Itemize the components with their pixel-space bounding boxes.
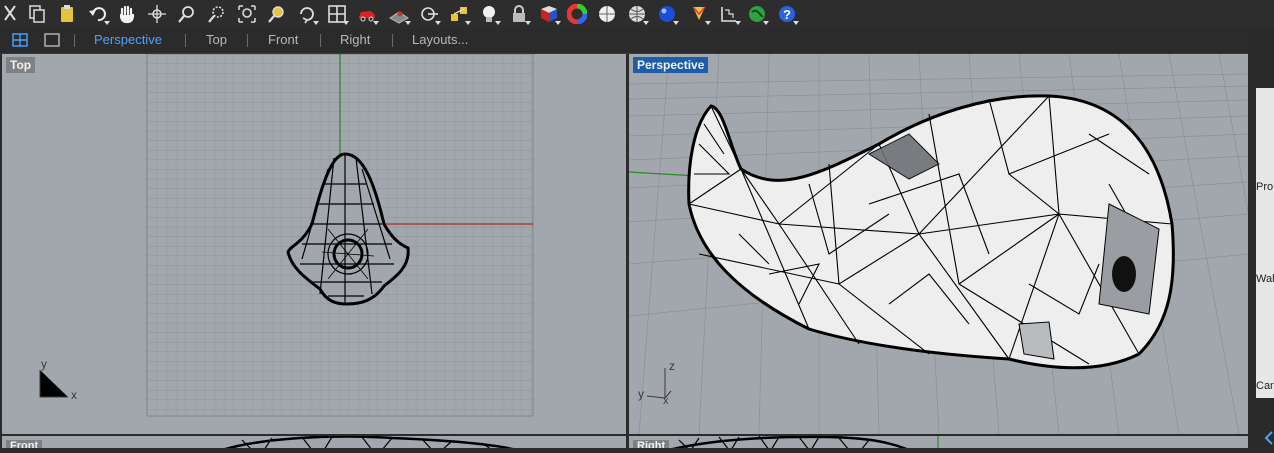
tab-perspective[interactable]: Perspective <box>94 32 162 47</box>
undo-icon[interactable] <box>87 3 110 25</box>
svg-text:?: ? <box>783 7 791 22</box>
tab-separator <box>74 34 75 47</box>
viewport-title-top[interactable]: Top <box>6 57 36 73</box>
axis-y-label: y <box>41 357 47 371</box>
material-icon[interactable] <box>538 3 561 25</box>
scissors-icon[interactable] <box>0 3 22 25</box>
grid-dims-icon[interactable] <box>718 3 741 25</box>
panel-label-wall[interactable]: Wal <box>1256 273 1274 285</box>
help-icon[interactable]: ? <box>776 3 799 25</box>
zoom-selected-icon[interactable] <box>266 3 288 25</box>
tab-separator <box>185 34 186 47</box>
rotate-camera-icon[interactable] <box>296 3 319 25</box>
viewport-tab-bar: Perspective Top Front Right Layouts... <box>0 28 1248 54</box>
viewport-title-front[interactable]: Front <box>6 440 43 448</box>
pen-icon[interactable] <box>688 3 711 25</box>
panel-expand-icon[interactable] <box>1262 428 1274 448</box>
zoom-extents-icon[interactable] <box>236 3 258 25</box>
viewport-title-perspective[interactable]: Perspective <box>633 57 709 73</box>
target-icon[interactable] <box>418 3 441 25</box>
axis-gizmo <box>39 370 68 398</box>
light-bulb-icon[interactable] <box>478 3 501 25</box>
color-wheel-icon[interactable] <box>566 3 588 25</box>
blue-sphere-icon[interactable] <box>656 3 679 25</box>
perspective-viewport[interactable]: z y x Perspective <box>629 54 1248 434</box>
main-toolbar: ? <box>0 0 1274 28</box>
copy-icon[interactable] <box>26 3 48 25</box>
tab-layouts[interactable]: Layouts... <box>412 32 468 47</box>
snap-icon[interactable] <box>448 3 471 25</box>
whale-mesh-perspective[interactable] <box>687 94 1175 370</box>
tab-right[interactable]: Right <box>340 32 370 47</box>
panel-label-camera[interactable]: Car <box>1256 380 1274 392</box>
top-viewport[interactable]: y x Top <box>2 54 626 434</box>
green-globe-icon[interactable] <box>746 3 769 25</box>
properties-panel: Pro Wal Car <box>1248 28 1274 448</box>
panel-label-properties[interactable]: Pro <box>1256 181 1274 193</box>
front-viewport[interactable]: Front <box>2 436 626 448</box>
tab-separator <box>320 34 321 47</box>
axis-z-label: z <box>669 359 675 373</box>
axis-gizmo <box>646 368 672 399</box>
rotate-view-icon[interactable] <box>146 3 168 25</box>
top-viewport-canvas: y x <box>39 54 534 417</box>
single-layout-icon[interactable] <box>44 33 60 52</box>
axis-x-label: x <box>663 395 669 407</box>
lock-icon[interactable] <box>508 3 531 25</box>
car-icon[interactable] <box>356 3 379 25</box>
axis-y-label: y <box>638 387 644 401</box>
panel-content <box>1256 88 1274 398</box>
zoom-window-icon[interactable] <box>206 3 228 25</box>
perspective-viewport-canvas: z y x <box>629 54 1248 434</box>
viewport-layout-icon[interactable] <box>326 3 349 25</box>
tab-front[interactable]: Front <box>268 32 298 47</box>
axis-x-label: x <box>71 388 77 402</box>
render-sphere-icon[interactable] <box>626 3 649 25</box>
tab-top[interactable]: Top <box>206 32 227 47</box>
tab-separator <box>392 34 393 47</box>
right-viewport[interactable]: Right <box>629 436 1248 448</box>
front-viewport-canvas <box>224 436 514 448</box>
paste-icon[interactable] <box>56 3 78 25</box>
tab-separator <box>247 34 248 47</box>
right-viewport-canvas <box>672 436 939 448</box>
ground-plane-icon[interactable] <box>388 3 411 25</box>
pan-hand-icon[interactable] <box>116 3 138 25</box>
viewport-title-right[interactable]: Right <box>633 440 670 448</box>
grid-layout-icon[interactable] <box>12 33 28 52</box>
zoom-icon[interactable] <box>176 3 198 25</box>
sphere-icon[interactable] <box>596 3 618 25</box>
